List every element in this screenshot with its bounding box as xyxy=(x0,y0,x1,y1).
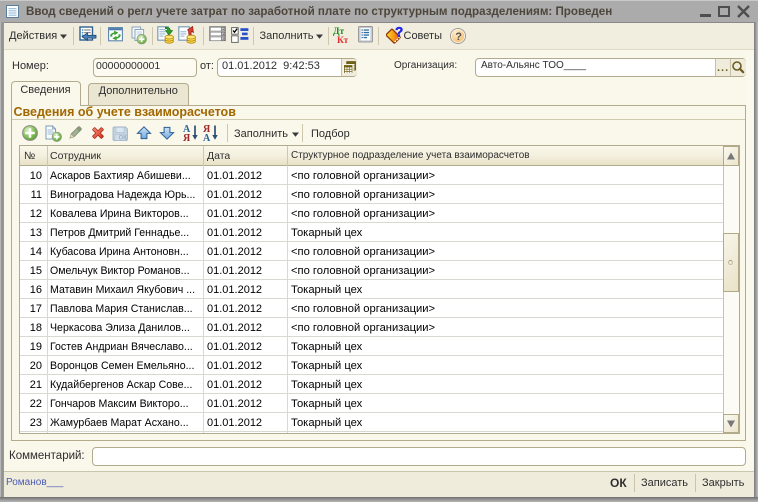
svg-text:ОК: ОК xyxy=(118,136,127,142)
svg-text:Я: Я xyxy=(183,133,191,142)
svg-text:А: А xyxy=(203,133,211,142)
svg-text:?: ? xyxy=(455,31,462,43)
svg-text:Кт: Кт xyxy=(337,36,348,44)
svg-text:?: ? xyxy=(395,25,403,40)
